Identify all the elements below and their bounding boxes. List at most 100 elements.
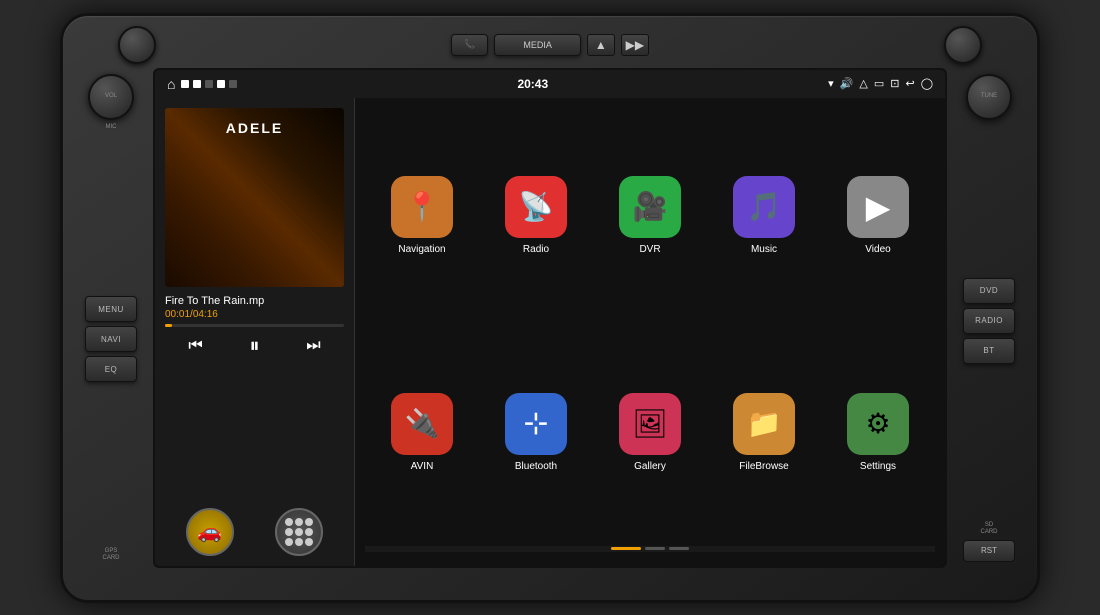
menu-button[interactable]: MENU [85, 296, 137, 322]
settings-label: Settings [860, 461, 896, 472]
indicator-2 [193, 80, 201, 88]
right-side-buttons: TUNE DVD RADIO BT SDCARD RST [955, 68, 1023, 568]
page-indicator-1 [611, 547, 641, 550]
dot-4 [285, 528, 293, 536]
page-indicator-2 [645, 547, 665, 550]
dot-7 [285, 538, 293, 546]
track-name: Fire To The Rain.mp [165, 295, 344, 307]
prev-button[interactable]: ⏮ [188, 337, 202, 355]
head-unit: 📞 MEDIA ▲ ▶▶ VOL MIC MENU NAVI EQ GPSCAR… [60, 13, 1040, 603]
status-right: ▾ 🔊 △ ▭ ⊡ ↩ ◯ [828, 77, 933, 90]
app-settings[interactable]: ⚙ Settings [838, 329, 918, 536]
screen-icon: ⊡ [890, 77, 899, 90]
status-time: 20:43 [517, 77, 548, 91]
dot-9 [305, 538, 313, 546]
navi-button[interactable]: NAVI [85, 326, 137, 352]
app-navigation[interactable]: 📍 Navigation [382, 112, 462, 319]
navigation-label: Navigation [398, 244, 445, 255]
music-label: Music [751, 244, 777, 255]
dvd-button[interactable]: DVD [963, 278, 1015, 304]
bt-button[interactable]: BT [963, 338, 1015, 364]
dot-3 [305, 518, 313, 526]
dot-1 [285, 518, 293, 526]
phone-button[interactable]: 📞 [451, 34, 488, 56]
mic-label: MIC [106, 124, 117, 131]
app-music[interactable]: 🎵 Music [724, 112, 804, 319]
next-button[interactable]: ⏭ [306, 337, 320, 355]
indicator-5 [229, 80, 237, 88]
current-time: 00:01 [165, 309, 190, 320]
video-label: Video [865, 244, 890, 255]
progress-bar-fill [165, 324, 172, 327]
eject-button[interactable]: ▲ [587, 34, 615, 56]
navigation-icon: 📍 [391, 176, 453, 238]
album-art-inner: ADELE [165, 108, 344, 287]
radio-button[interactable]: RADIO [963, 308, 1015, 334]
status-indicators [181, 80, 237, 88]
app-dvr[interactable]: 🎥 DVR [610, 112, 690, 319]
settings-icon: ⚙ [847, 393, 909, 455]
page-indicator-3 [669, 547, 689, 550]
avin-icon: 🔌 [391, 393, 453, 455]
total-time: 04:16 [193, 309, 218, 320]
screen: ⌂ 20:43 ▾ 🔊 △ ▭ ⊡ ↩ [153, 68, 947, 568]
home-icon[interactable]: ⌂ [167, 76, 175, 92]
app-grid: 📍 Navigation 📡 Radio 🎥 DVR 🎵 [355, 98, 945, 566]
bluetooth-icon: ⊹ [505, 393, 567, 455]
sd-card-label: SDCARD [980, 522, 997, 535]
left-btn-group: MENU NAVI EQ [85, 134, 137, 544]
dot-6 [305, 528, 313, 536]
media-button[interactable]: MEDIA [494, 34, 581, 56]
dot-2 [295, 518, 303, 526]
main-row: VOL MIC MENU NAVI EQ GPSCARD ⌂ [63, 68, 1037, 568]
app-gallery[interactable]: 🖼 Gallery [610, 329, 690, 536]
tune-knob[interactable]: TUNE [966, 74, 1012, 120]
back-icon: ↩ [905, 77, 914, 90]
media-controls: ⏮ ⏸ ⏭ [165, 335, 344, 358]
status-left: ⌂ [167, 76, 237, 92]
top-bar: 📞 MEDIA ▲ ▶▶ [63, 28, 1037, 62]
avin-label: AVIN [411, 461, 434, 472]
triangle-icon: △ [859, 77, 867, 90]
screen-content: ADELE Fire To The Rain.mp 00:01/04:16 ⏮ [155, 98, 945, 566]
right-btn-group: DVD RADIO BT [963, 124, 1015, 519]
rst-button[interactable]: RST [963, 540, 1015, 562]
bluetooth-label: Bluetooth [515, 461, 557, 472]
dvr-label: DVR [639, 244, 660, 255]
app-video[interactable]: ▶ Video [838, 112, 918, 319]
tune-label: TUNE [981, 93, 997, 100]
wifi-icon: ▾ [828, 77, 834, 90]
app-filebrowser[interactable]: 📁 FileBrowse [724, 329, 804, 536]
eq-button[interactable]: EQ [85, 356, 137, 382]
app-row-2: 🔌 AVIN ⊹ Bluetooth 🖼 Gallery 📁 [365, 329, 935, 536]
radio-label: Radio [523, 244, 549, 255]
top-center-buttons: 📞 MEDIA ▲ ▶▶ [451, 34, 649, 56]
right-top-knob[interactable] [944, 26, 982, 64]
menu-icon-button[interactable] [275, 508, 323, 556]
left-top-knob[interactable] [118, 26, 156, 64]
android-icon: ◯ [921, 77, 933, 90]
app-bluetooth[interactable]: ⊹ Bluetooth [496, 329, 576, 536]
app-radio[interactable]: 📡 Radio [496, 112, 576, 319]
media-panel: ADELE Fire To The Rain.mp 00:01/04:16 ⏮ [155, 98, 355, 566]
app-row-1: 📍 Navigation 📡 Radio 🎥 DVR 🎵 [365, 112, 935, 319]
artist-name-art: ADELE [165, 120, 344, 136]
indicator-3 [205, 80, 213, 88]
gallery-label: Gallery [634, 461, 666, 472]
vol-knob[interactable]: VOL [88, 74, 134, 120]
skip-button[interactable]: ▶▶ [621, 34, 649, 56]
filebrowser-label: FileBrowse [739, 461, 788, 472]
status-bar: ⌂ 20:43 ▾ 🔊 △ ▭ ⊡ ↩ [155, 70, 945, 98]
menu-dots [285, 518, 313, 546]
car-icon-button[interactable]: 🚗 [186, 508, 234, 556]
bottom-bar [365, 546, 935, 552]
volume-icon: 🔊 [840, 77, 854, 90]
progress-bar-container[interactable] [165, 324, 344, 327]
vol-label: VOL [105, 93, 117, 100]
app-avin[interactable]: 🔌 AVIN [382, 329, 462, 536]
music-icon: 🎵 [733, 176, 795, 238]
track-time: 00:01/04:16 [165, 309, 344, 320]
left-side-buttons: VOL MIC MENU NAVI EQ GPSCARD [77, 68, 145, 568]
pause-button[interactable]: ⏸ [249, 335, 259, 358]
dot-5 [295, 528, 303, 536]
